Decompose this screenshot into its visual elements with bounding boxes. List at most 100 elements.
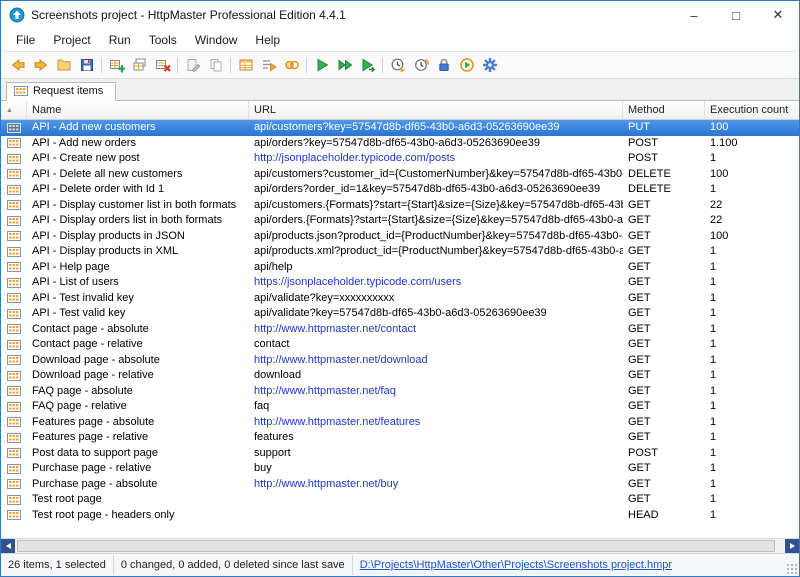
table-row[interactable]: API - Display products in JSONapi/produc… [1,229,799,245]
duplicate-item-icon[interactable] [128,54,151,76]
table-row[interactable]: Features page - relativefeaturesGET1 [1,430,799,446]
menu-file[interactable]: File [7,30,44,50]
table-row[interactable]: API - Add new customersapi/customers?key… [1,120,799,136]
column-header-name[interactable]: Name [27,101,249,119]
item-list-icon[interactable] [234,54,257,76]
execute-icon[interactable] [455,54,478,76]
cell-name: API - Add new orders [27,136,249,152]
column-header-url[interactable]: URL [249,101,623,119]
table-row[interactable]: Download page - absolutehttp://www.httpm… [1,353,799,369]
menu-window[interactable]: Window [186,30,247,50]
sort-ascending-icon: ▲ [6,107,13,114]
menu-tools[interactable]: Tools [140,30,186,50]
titlebar: Screenshots project - HttpMaster Profess… [1,1,799,29]
tab-request-items[interactable]: Request items [6,82,116,101]
cell-url: api/customers.{Formats}?start={Start}&si… [249,198,623,214]
copy-item-icon[interactable] [204,54,227,76]
open-project-icon[interactable] [52,54,75,76]
cell-name: API - Delete order with Id 1 [27,182,249,198]
minimize-button[interactable]: – [673,1,715,29]
table-row[interactable]: API - Display products in XMLapi/product… [1,244,799,260]
history-icon[interactable] [386,54,409,76]
table-row[interactable]: API - Test invalid keyapi/validate?key=x… [1,291,799,307]
edit-item-icon[interactable] [181,54,204,76]
cell-execution-count: 22 [705,198,799,214]
save-project-icon[interactable] [75,54,98,76]
table-row[interactable]: API - Display orders list in both format… [1,213,799,229]
cell-url: api/customers?customer_id={CustomerNumbe… [249,167,623,183]
close-button[interactable]: ✕ [757,1,799,29]
table-row[interactable]: Post data to support pagesupportPOST1 [1,446,799,462]
scroll-left-arrow-icon [6,543,11,549]
column-header-method[interactable]: Method [623,101,705,119]
column-header-execution-count[interactable]: Execution count [705,101,799,119]
table-row[interactable]: Test root page - headers onlyHEAD1 [1,508,799,524]
table-row[interactable]: API - Test valid keyapi/validate?key=575… [1,306,799,322]
cell-name: Test root page - headers only [27,508,249,524]
cell-execution-count: 1 [705,446,799,462]
status-change-summary: 0 changed, 0 added, 0 deleted since last… [114,555,353,575]
cell-execution-count: 1 [705,384,799,400]
resize-grip[interactable] [786,563,798,575]
back-icon[interactable] [6,54,29,76]
cell-url: api/customers?key=57547d8b-df65-43b0-a6d… [249,120,623,136]
table-row[interactable]: FAQ page - relativefaqGET1 [1,399,799,415]
horizontal-scrollbar [1,538,799,553]
table-row[interactable]: API - Delete all new customersapi/custom… [1,167,799,183]
settings-icon[interactable] [478,54,501,76]
request-item-icon [1,337,27,353]
cell-name: API - Display products in JSON [27,229,249,245]
cell-name: Download page - relative [27,368,249,384]
table-row[interactable]: API - List of usershttps://jsonplacehold… [1,275,799,291]
cell-name: API - Delete all new customers [27,167,249,183]
run-to-icon[interactable] [356,54,379,76]
cell-execution-count: 1 [705,306,799,322]
table-row[interactable]: Download page - relativedownloadGET1 [1,368,799,384]
cell-execution-count: 1 [705,244,799,260]
table-row[interactable]: FAQ page - absolutehttp://www.httpmaster… [1,384,799,400]
table-row[interactable]: API - Help pageapi/helpGET1 [1,260,799,276]
table-row[interactable]: Features page - absolutehttp://www.httpm… [1,415,799,431]
toolbar-separator [306,57,307,73]
cell-method: GET [623,399,705,415]
cell-method: GET [623,477,705,493]
scroll-left-button[interactable] [1,539,15,553]
request-item-icon [1,477,27,493]
table-row[interactable]: Contact page - relativecontactGET1 [1,337,799,353]
menu-project[interactable]: Project [44,30,99,50]
app-window: Screenshots project - HttpMaster Profess… [0,0,800,577]
cell-url: api/orders?key=57547d8b-df65-43b0-a6d3-0… [249,136,623,152]
table-row[interactable]: API - Delete order with Id 1api/orders?o… [1,182,799,198]
scroll-right-button[interactable] [785,539,799,553]
request-item-icon [1,136,27,152]
delete-item-icon[interactable] [151,54,174,76]
schedule-icon[interactable] [409,54,432,76]
scroll-track[interactable] [15,539,785,553]
table-row[interactable]: API - Add new ordersapi/orders?key=57547… [1,136,799,152]
table-row[interactable]: Purchase page - absolutehttp://www.httpm… [1,477,799,493]
table-row[interactable]: Purchase page - relativebuyGET1 [1,461,799,477]
lock-icon[interactable] [432,54,455,76]
table-row[interactable]: API - Display customer list in both form… [1,198,799,214]
run-icon[interactable] [310,54,333,76]
cell-url: api/validate?key=57547d8b-df65-43b0-a6d3… [249,306,623,322]
new-item-icon[interactable] [105,54,128,76]
table-row[interactable]: Contact page - absolutehttp://www.httpma… [1,322,799,338]
cell-name: FAQ page - relative [27,399,249,415]
column-header-icon[interactable]: ▲ [1,101,27,119]
cell-method: GET [623,492,705,508]
menu-help[interactable]: Help [246,30,289,50]
run-all-icon[interactable] [333,54,356,76]
status-project-path-link[interactable]: D:\Projects\HttpMaster\Other\Projects\Sc… [353,555,679,575]
maximize-button[interactable]: □ [715,1,757,29]
forward-icon[interactable] [29,54,52,76]
run-sequence-icon[interactable] [257,54,280,76]
table-row[interactable]: API - Create new posthttp://jsonplacehol… [1,151,799,167]
cell-name: Contact page - absolute [27,322,249,338]
chain-icon[interactable] [280,54,303,76]
menu-run[interactable]: Run [100,30,140,50]
table-row[interactable]: Test root pageGET1 [1,492,799,508]
scroll-thumb[interactable] [17,540,775,552]
cell-method: GET [623,461,705,477]
cell-execution-count: 1 [705,260,799,276]
